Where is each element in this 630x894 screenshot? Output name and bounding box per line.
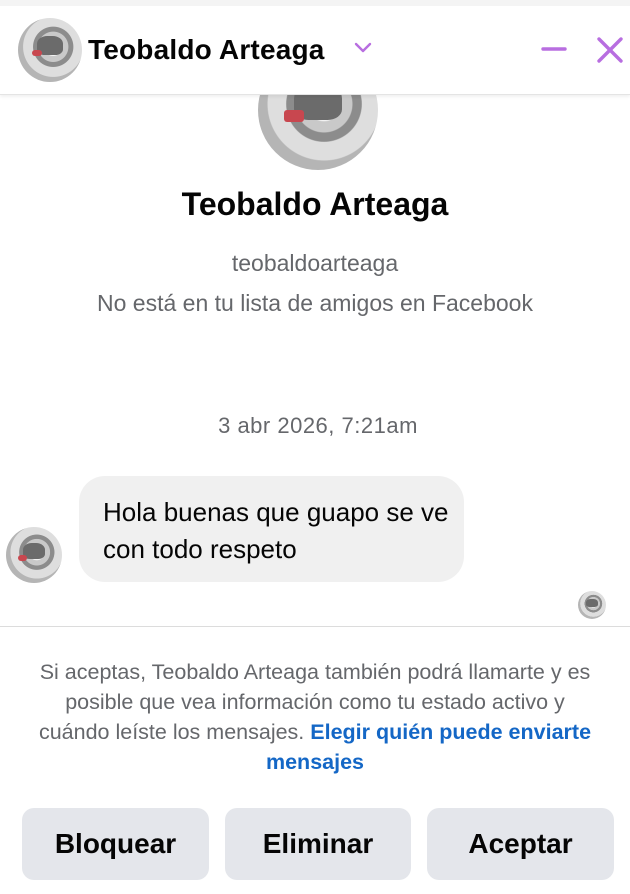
message-permissions-link[interactable]: Elegir quién puede enviarte mensajes xyxy=(266,720,591,774)
message-bubble[interactable]: Hola buenas que guapo se ve con todo res… xyxy=(79,476,464,582)
chat-header: Teobaldo Arteaga xyxy=(0,6,630,95)
request-notice: Si aceptas, Teobaldo Arteaga también pod… xyxy=(28,657,602,777)
header-avatar[interactable] xyxy=(18,18,82,82)
sender-avatar xyxy=(6,527,62,583)
divider xyxy=(0,626,630,627)
minimize-icon[interactable] xyxy=(541,36,567,62)
message-timestamp: 3 abr 2026, 7:21am xyxy=(218,413,418,438)
chevron-down-icon[interactable] xyxy=(352,36,374,58)
read-receipt-avatar xyxy=(578,591,606,619)
profile-relationship-note: No está en tu lista de amigos en Faceboo… xyxy=(97,290,533,316)
header-contact-name[interactable]: Teobaldo Arteaga xyxy=(88,34,325,66)
block-button[interactable]: Bloquear xyxy=(22,808,209,880)
message-text: Hola buenas que guapo se ve con todo res… xyxy=(103,497,449,564)
delete-button[interactable]: Eliminar xyxy=(225,808,411,880)
accept-button[interactable]: Aceptar xyxy=(427,808,614,880)
profile-name: Teobaldo Arteaga xyxy=(181,186,449,222)
profile-username: teobaldoarteaga xyxy=(231,250,399,276)
close-icon[interactable] xyxy=(594,34,626,66)
